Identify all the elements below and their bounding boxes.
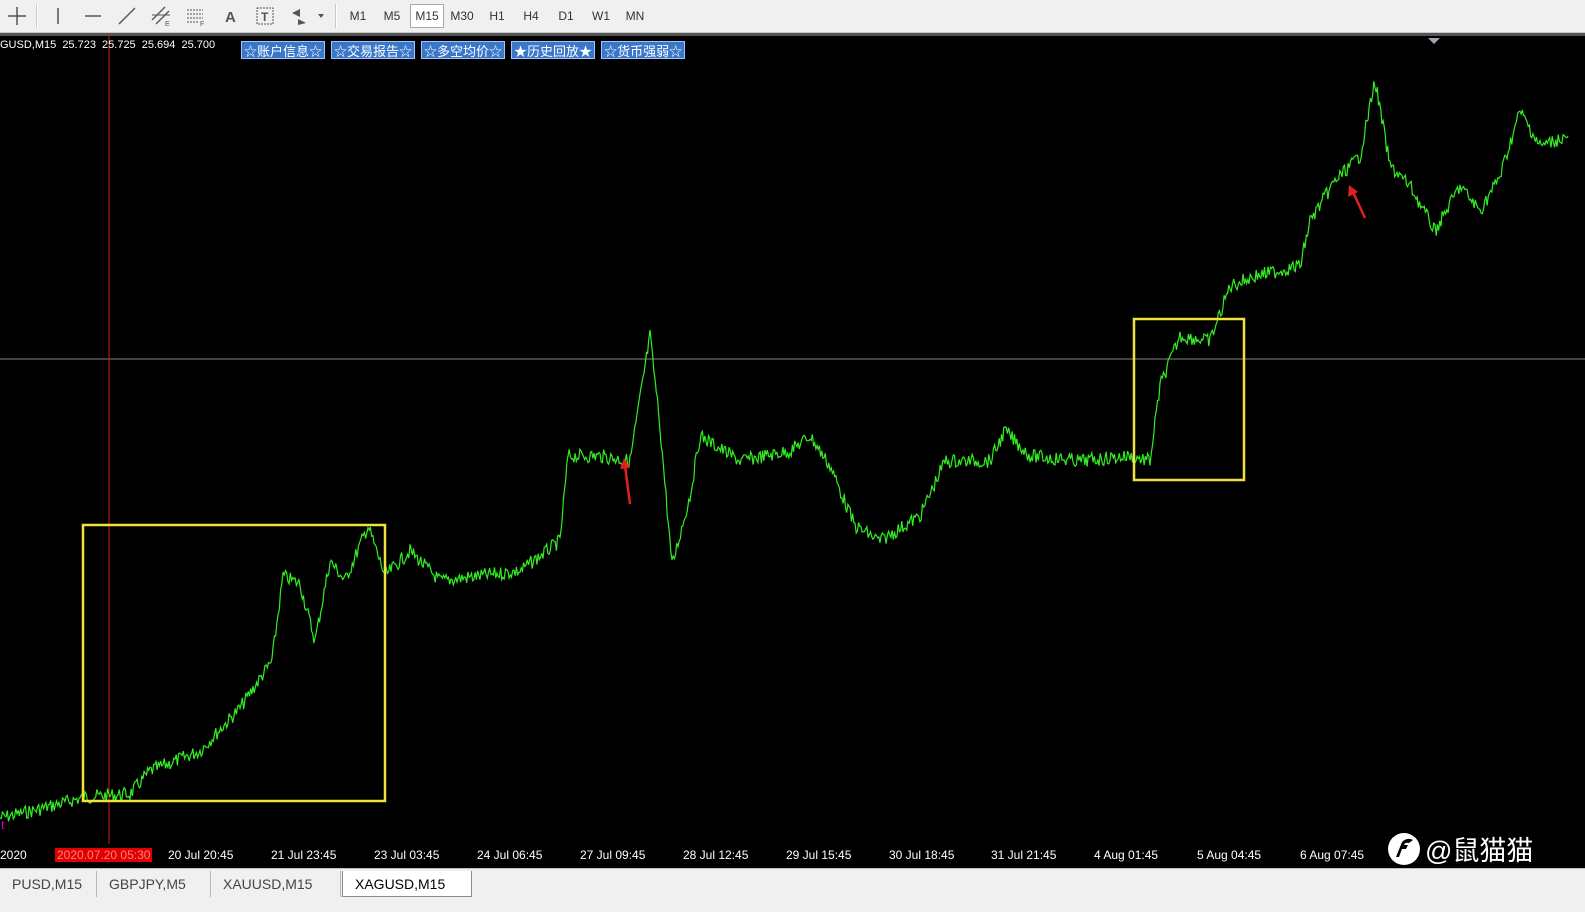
toolbar-separator <box>335 4 337 28</box>
time-axis-label: 2020 <box>0 848 27 862</box>
tab-gbpjpy-m5[interactable]: GBPJPY,M5 <box>97 871 211 897</box>
timeframe-m5-button[interactable]: M5 <box>375 4 409 28</box>
low-value: 25.694 <box>141 39 176 51</box>
svg-text:T: T <box>261 10 269 24</box>
weibo-logo-icon <box>1388 832 1420 865</box>
tab-xauusd-m15[interactable]: XAUUSD,M15 <box>211 871 341 897</box>
ea-button-history-replay[interactable]: ★历史回放★ <box>511 41 596 59</box>
tab-xagusd-m15[interactable]: XAGUSD,M15 <box>342 871 472 897</box>
fibonacci-icon[interactable]: F <box>182 3 210 29</box>
time-axis-label: 30 Jul 18:45 <box>889 848 955 862</box>
timeframe-h1-button[interactable]: H1 <box>480 4 514 28</box>
toolbar: E F A T M1 M5 M15 M30 H1 H4 D1 W1 MN <box>0 0 1585 33</box>
chart-shift-marker[interactable] <box>1428 38 1440 44</box>
ea-button-average-price[interactable]: ☆多空均价☆ <box>421 41 506 59</box>
watermark: @鼠猫猫 <box>1387 829 1533 868</box>
timeframe-h4-button[interactable]: H4 <box>514 4 548 28</box>
svg-text:F: F <box>200 21 204 27</box>
timeframe-m15-button[interactable]: M15 <box>410 4 444 28</box>
price-line <box>0 81 1569 822</box>
time-axis-label: 28 Jul 12:45 <box>683 848 749 862</box>
time-axis-label: 5 Aug 04:45 <box>1197 848 1262 862</box>
timeframe-mn-button[interactable]: MN <box>618 4 652 28</box>
svg-text:E: E <box>165 21 170 27</box>
arrow-annotation[interactable] <box>1348 185 1367 219</box>
watermark-text: @鼠猫猫 <box>1425 836 1534 866</box>
text-label-icon[interactable]: T <box>251 3 279 29</box>
equidistant-channel-icon[interactable]: E <box>147 3 175 29</box>
toolbar-separator <box>36 4 38 28</box>
close-value: 25.700 <box>181 39 216 51</box>
arrows-icon[interactable] <box>287 3 329 29</box>
price-chart[interactable]: GUSD,M15 25.723 25.725 25.694 25.700 ☆账户… <box>0 36 1585 868</box>
time-axis-label: 20 Jul 20:45 <box>168 848 234 862</box>
svg-text:A: A <box>225 9 236 26</box>
timeframe-m1-button[interactable]: M1 <box>341 4 375 28</box>
ea-button-bar: ☆账户信息☆ ☆交易报告☆ ☆多空均价☆ ★历史回放★ ☆货币强弱☆ <box>241 41 686 59</box>
ea-button-currency-strength[interactable]: ☆货币强弱☆ <box>601 41 686 59</box>
time-axis-highlighted-label: 2020.07.20 05:30 <box>55 848 153 862</box>
time-axis-label: 23 Jul 03:45 <box>374 848 440 862</box>
time-axis-label: 6 Aug 07:45 <box>1300 848 1365 862</box>
ea-button-account-info[interactable]: ☆账户信息☆ <box>241 41 326 59</box>
tab-pusd-m15[interactable]: PUSD,M15 <box>0 871 97 897</box>
timeframe-d1-button[interactable]: D1 <box>549 4 583 28</box>
timeframe-m30-button[interactable]: M30 <box>445 4 479 28</box>
horizontal-line-icon[interactable] <box>79 3 107 29</box>
time-axis-label: 31 Jul 21:45 <box>991 848 1057 862</box>
time-axis-label: 27 Jul 09:45 <box>580 848 646 862</box>
ohlc-info: GUSD,M15 25.723 25.725 25.694 25.700 <box>0 39 218 51</box>
time-axis-label: 29 Jul 15:45 <box>786 848 852 862</box>
time-axis-label: 24 Jul 06:45 <box>477 848 543 862</box>
trendline-icon[interactable] <box>113 3 141 29</box>
open-value: 25.723 <box>62 39 96 51</box>
indicator-label: t <box>1 818 5 832</box>
timeframe-w1-button[interactable]: W1 <box>584 4 618 28</box>
highlight-box[interactable] <box>81 523 387 803</box>
chart-canvas[interactable] <box>0 36 1585 868</box>
text-icon[interactable]: A <box>217 3 245 29</box>
crosshair-icon[interactable] <box>3 3 31 29</box>
ea-button-trade-report[interactable]: ☆交易报告☆ <box>331 41 416 59</box>
high-value: 25.725 <box>102 39 136 51</box>
vertical-line-icon[interactable] <box>44 3 72 29</box>
chart-tabs: PUSD,M15 GBPJPY,M5 XAUUSD,M15 XAGUSD,M15 <box>0 868 1585 912</box>
symbol-label: GUSD,M15 <box>0 39 57 51</box>
time-axis-label: 21 Jul 23:45 <box>271 848 337 862</box>
time-axis-label: 4 Aug 01:45 <box>1094 848 1159 862</box>
